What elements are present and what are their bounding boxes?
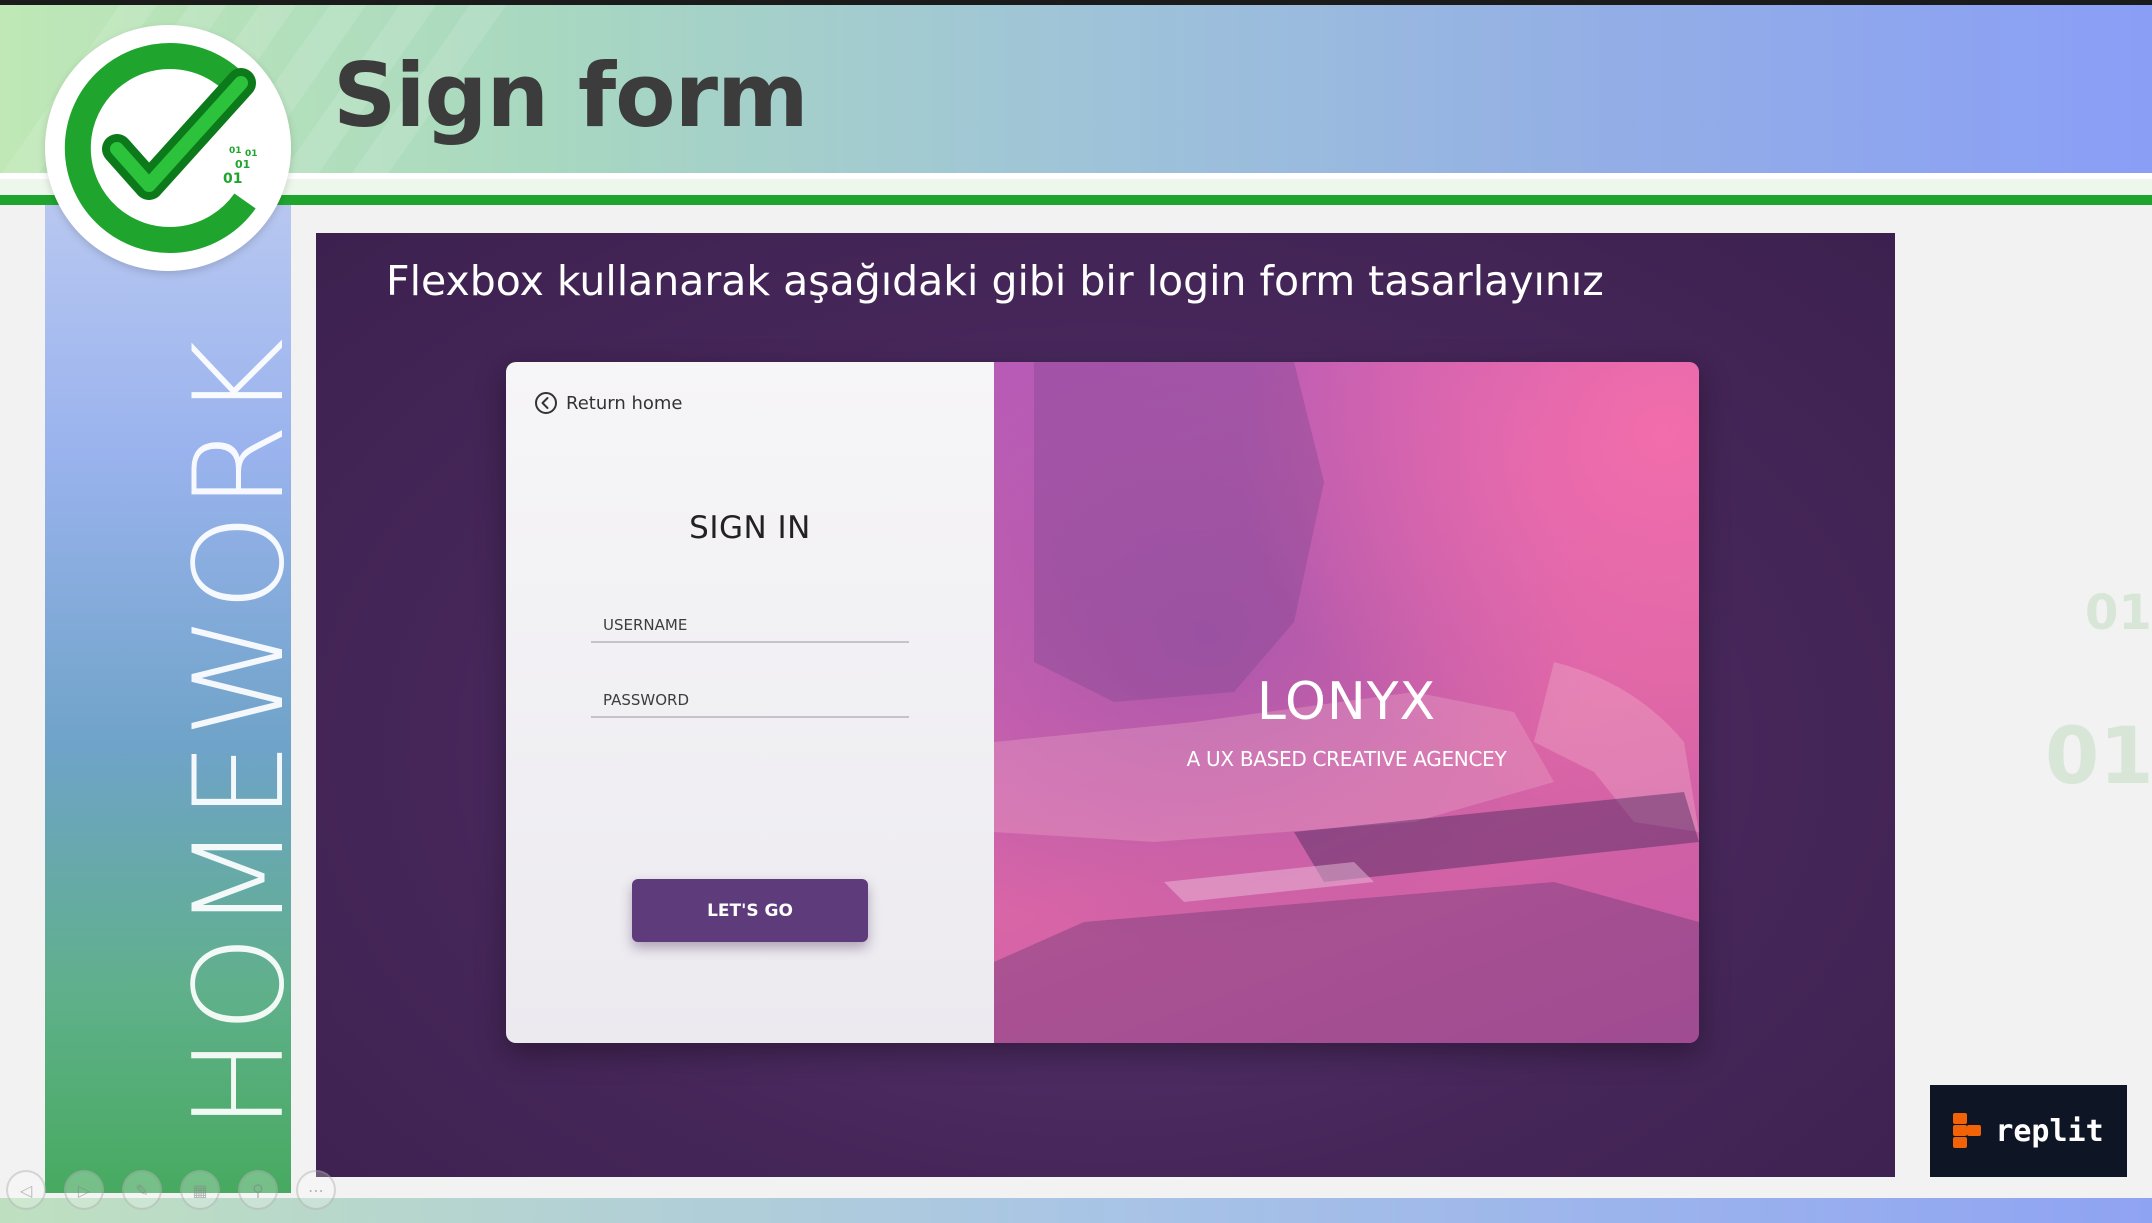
presentation-controls: ◁ ▷ ✎ ▦ ⚲ ⋯ bbox=[6, 1170, 336, 1210]
replit-logo-icon bbox=[1953, 1113, 1982, 1148]
password-input[interactable] bbox=[591, 684, 909, 716]
homework-logo: 01 01 01 01 bbox=[45, 25, 291, 271]
svg-text:01: 01 bbox=[235, 158, 250, 171]
check-c-logo-icon: 01 01 01 01 bbox=[64, 43, 258, 253]
back-arrow-icon bbox=[535, 392, 557, 414]
return-home-link[interactable]: Return home bbox=[534, 391, 682, 415]
lets-go-button[interactable]: LET'S GO bbox=[632, 879, 868, 942]
password-field-wrapper bbox=[591, 684, 909, 718]
brand-hero-image: LONYX A UX BASED CREATIVE AGENCEY bbox=[994, 362, 1699, 1043]
header-accent-line bbox=[0, 195, 2152, 205]
pen-icon[interactable]: ✎ bbox=[122, 1170, 162, 1210]
svg-text:01: 01 bbox=[229, 146, 242, 156]
svg-text:01: 01 bbox=[223, 171, 242, 187]
return-home-label: Return home bbox=[566, 392, 683, 414]
homework-label: HOMEWORK bbox=[168, 334, 312, 1130]
replit-badge[interactable]: replit bbox=[1930, 1085, 2127, 1177]
header-band bbox=[0, 5, 2152, 173]
replit-label: replit bbox=[1995, 1113, 2104, 1149]
brand-name: LONYX bbox=[1256, 672, 1437, 732]
decorative-digits: 01 bbox=[2045, 712, 2152, 802]
slides-icon[interactable]: ▦ bbox=[180, 1170, 220, 1210]
login-form-panel: Return home SIGN IN LET'S GO bbox=[506, 362, 994, 1043]
page-title: Sign form bbox=[333, 44, 809, 147]
decorative-digits: 01 bbox=[2085, 585, 2152, 641]
signin-title: SIGN IN bbox=[689, 510, 811, 546]
content-panel: Flexbox kullanarak aşağıdaki gibi bir lo… bbox=[316, 233, 1895, 1177]
more-icon[interactable]: ⋯ bbox=[296, 1170, 336, 1210]
login-mockup-card: Return home SIGN IN LET'S GO LONYX bbox=[506, 362, 1699, 1043]
brand-tagline: A UX BASED CREATIVE AGENCEY bbox=[1186, 747, 1507, 771]
header-divider-light bbox=[0, 179, 2152, 195]
next-icon[interactable]: ▷ bbox=[64, 1170, 104, 1210]
username-field-wrapper bbox=[591, 609, 909, 643]
username-input[interactable] bbox=[591, 609, 909, 641]
instruction-text: Flexbox kullanarak aşağıdaki gibi bir lo… bbox=[386, 257, 1604, 305]
prev-icon[interactable]: ◁ bbox=[6, 1170, 46, 1210]
zoom-icon[interactable]: ⚲ bbox=[238, 1170, 278, 1210]
